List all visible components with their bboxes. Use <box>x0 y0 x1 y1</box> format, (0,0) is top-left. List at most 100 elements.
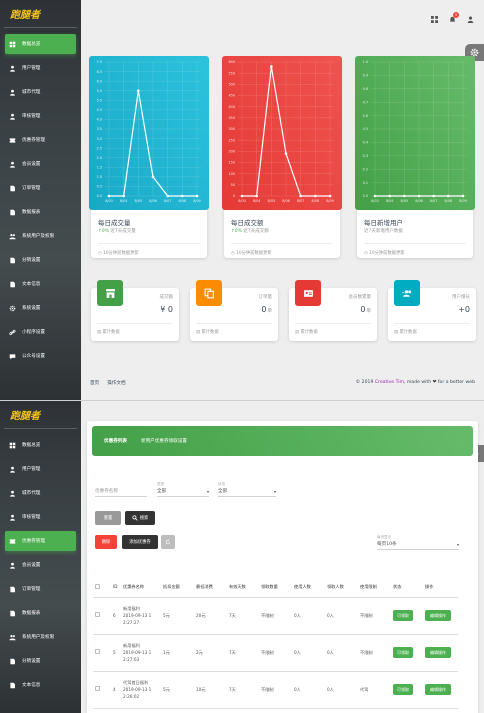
sidebar-item-3[interactable]: 审核管理 <box>5 507 76 527</box>
sidebar-item-13[interactable]: 公众号设置 <box>5 346 76 366</box>
dashboard-icon <box>9 442 16 449</box>
table-cell: 0人 <box>325 671 358 709</box>
x-tick-label: 8/04 <box>386 199 394 203</box>
delete-button[interactable]: 删除 <box>95 535 117 549</box>
sidebar-item-6[interactable]: 订单管理 <box>5 178 76 198</box>
table-cell: 0人 <box>292 634 325 672</box>
sidebar-item-label: 系统用户及权限 <box>22 234 55 239</box>
sidebar-item-5[interactable]: 会员设置 <box>5 154 76 174</box>
chart-title: 每日新增用户 <box>364 219 403 227</box>
sidebar-item-12[interactable]: 小程序设置 <box>5 322 76 342</box>
table-cell: 不限制 <box>259 597 292 635</box>
app-logo[interactable]: 跑腿者 <box>4 401 77 429</box>
footer-link-home[interactable]: 首页 <box>90 381 99 386</box>
y-tick-label: 550 <box>229 71 235 75</box>
sidebar-item-9[interactable]: 分销设置 <box>5 250 76 270</box>
sidebar-item-1[interactable]: 用户管理 <box>5 459 76 479</box>
data-point <box>299 194 302 198</box>
edit-button[interactable]: 编辑操作 <box>425 610 451 621</box>
sidebar-item-2[interactable]: 城市代理 <box>5 483 76 503</box>
sidebar-item-2[interactable]: 城市代理 <box>5 82 76 102</box>
sidebar-item-7[interactable]: 数据报表 <box>5 202 76 222</box>
sidebar-item-10[interactable]: 文本信息 <box>5 675 76 695</box>
add-coupon-button[interactable]: 添加优惠券 <box>122 535 158 549</box>
sidebar-item-label: 分销设置 <box>22 258 41 263</box>
coupon-name-input[interactable]: 优惠券名称 <box>95 488 147 497</box>
sidebar-item-label: 分销设置 <box>22 659 41 664</box>
column-header: 有效天数 <box>227 577 259 598</box>
chart-card-new-users: 1.0 0.9 0.8 0.7 0.6 0.5 0.4 0.3 0.2 0.1 0.0 8/03 8/0… <box>355 56 475 258</box>
sidebar-item-8[interactable]: 系统用户及权限 <box>5 226 76 246</box>
edit-button[interactable]: 编辑操作 <box>425 684 451 695</box>
stat-value: +0 <box>458 305 470 314</box>
people-icon <box>9 634 16 641</box>
column-header: 使用限制 <box>358 577 391 598</box>
sidebar-item-7[interactable]: 数据报表 <box>5 603 76 623</box>
status-badge[interactable]: 可领取 <box>393 684 413 695</box>
search-icon <box>132 515 138 521</box>
y-tick-label: 0.6 <box>363 114 368 118</box>
dashboard-screen: 跑腿者 数据总览用户管理城市代理审核管理优惠券管理会员设置订单管理数据报表系统用… <box>0 0 484 400</box>
dashboard-icon[interactable] <box>431 16 438 23</box>
sidebar-item-label: 数据总览 <box>22 443 41 448</box>
table-cell: 可领取 <box>391 597 423 635</box>
sidebar-item-0[interactable]: 数据总览 <box>5 34 76 54</box>
table-cell <box>93 634 111 672</box>
chart-subtitle: 近7天新增用户数据 <box>364 229 403 234</box>
table-cell: 0人 <box>292 671 325 709</box>
table-cell: 编辑操作 <box>423 708 458 713</box>
sidebar-item-11[interactable]: 系统设置 <box>5 298 76 318</box>
person-icon <box>9 466 16 473</box>
footer-link-docs[interactable]: 操作文档 <box>107 381 125 386</box>
status-badge[interactable]: 可领取 <box>393 647 413 658</box>
stat-value: 0单 <box>261 305 272 314</box>
sidebar-item-8[interactable]: 系统用户及权限 <box>5 627 76 647</box>
sidebar-item-6[interactable]: 订单管理 <box>5 579 76 599</box>
notification-icon[interactable]: 5 <box>449 12 459 23</box>
row-checkbox[interactable] <box>95 686 100 691</box>
y-tick-label: 0.1 <box>363 181 368 185</box>
sidebar-item-1[interactable]: 用户管理 <box>5 58 76 78</box>
row-checkbox[interactable] <box>95 649 100 654</box>
page-size-select[interactable]: 每页显示 每页10条 ▾ <box>377 535 459 550</box>
sidebar-item-label: 城市代理 <box>22 491 41 496</box>
x-tick-label: 8/03 <box>238 199 246 203</box>
chart-daily-volume: 7.0 6.5 6.0 5.5 5.0 4.5 4.0 3.5 3.0 2.5 2.0 1.5 1.0 0… <box>89 56 209 210</box>
tab-new-user-coupon-settings[interactable]: 新用户优惠券领取设置 <box>141 434 187 448</box>
tab-coupon-list[interactable]: 优惠券列表 <box>104 434 127 448</box>
x-tick-label: 8/05 <box>135 199 143 203</box>
sidebar-item-label: 小程序设置 <box>22 330 45 335</box>
app-logo[interactable]: 跑腿者 <box>4 0 77 28</box>
status-badge[interactable]: 可领取 <box>393 610 413 621</box>
select-all-checkbox[interactable] <box>95 583 100 589</box>
y-tick-label: 6.5 <box>97 70 102 74</box>
sidebar-item-0[interactable]: 数据总览 <box>5 435 76 455</box>
chart-footer: ◷ 10分钟前数据更新 <box>364 243 466 256</box>
stat-footer: ▤ 累计数据 <box>295 323 371 335</box>
x-tick-label: 8/07 <box>430 199 438 203</box>
data-point <box>240 194 244 198</box>
link-icon <box>9 329 16 336</box>
status-select[interactable]: 状态 全部 ▾ <box>218 482 276 497</box>
reset-button[interactable]: 重置 <box>95 511 121 525</box>
user-icon[interactable] <box>467 16 474 23</box>
x-tick-label: 8/06 <box>282 199 290 203</box>
row-checkbox[interactable] <box>95 612 100 617</box>
notification-badge: 5 <box>453 12 459 18</box>
type-select[interactable]: 类型 全部 ▾ <box>157 482 209 497</box>
sidebar-item-label: 用户管理 <box>22 66 41 71</box>
sidebar-item-4[interactable]: 优惠券管理 <box>5 130 76 150</box>
sidebar-item-9[interactable]: 分销设置 <box>5 651 76 671</box>
data-point <box>328 194 332 198</box>
sidebar-item-10[interactable]: 文本信息 <box>5 274 76 294</box>
sidebar-item-3[interactable]: 审核管理 <box>5 106 76 126</box>
table-cell: 新用福利 2019-09-13 1 2:27:03 <box>121 634 161 672</box>
sidebar-item-label: 订单管理 <box>22 587 41 592</box>
search-button[interactable]: 搜索 <box>125 511 155 525</box>
document-icon <box>9 185 16 192</box>
sidebar-item-5[interactable]: 会员设置 <box>5 555 76 575</box>
y-tick-label: 4.0 <box>97 118 102 122</box>
sidebar-item-4[interactable]: 优惠券管理 <box>5 531 76 551</box>
refresh-button[interactable] <box>161 535 175 549</box>
edit-button[interactable]: 编辑操作 <box>425 647 451 658</box>
